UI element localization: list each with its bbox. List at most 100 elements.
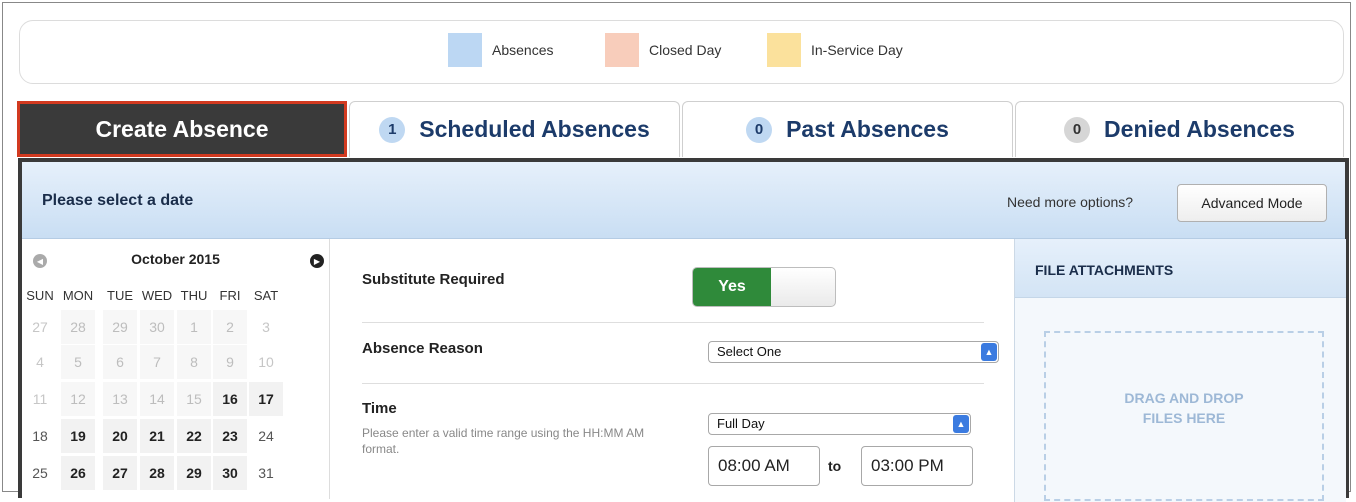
absence-reason-label: Absence Reason [362,340,483,357]
date-picker-calendar: October 2015 ◀ ▶ SUN MON TUE WED THU FRI SAT 2… [22,239,330,499]
calendar-day-cell: 7 [140,345,174,379]
time-label: Time [362,400,397,417]
calendar-day-cell: 1 [177,310,211,344]
start-time-input[interactable]: 08:00 AM [708,446,820,486]
tab-label: Denied Absences [1104,116,1295,142]
legend-in-service-day: In-Service Day [767,33,903,67]
legend-swatch-closed [605,33,639,67]
count-badge: 0 [746,116,773,143]
toggle-yes-state: Yes [693,268,771,306]
divider [362,322,984,323]
calendar-day-cell[interactable]: 21 [140,419,174,453]
previous-month-icon[interactable]: ◀ [33,254,47,268]
file-dropzone[interactable]: DRAG AND DROP FILES HERE [1044,331,1324,501]
attachments-header: FILE ATTACHMENTS [1015,239,1346,298]
calendar-day-cell[interactable]: 29 [177,456,211,490]
count-badge: 0 [1064,116,1091,143]
select-value: Full Day [717,416,765,431]
substitute-required-label: Substitute Required [362,271,505,288]
absence-form: Substitute Required Yes Absence Reason S… [330,239,1014,499]
select-value: Select One [717,344,782,359]
select-date-prompt: Please select a date [42,192,194,209]
attachments-body: DRAG AND DROP FILES HERE [1015,298,1346,502]
calendar-day-cell: 29 [103,310,137,344]
calendar-day-cell: 27 [32,319,48,335]
tab-label: Past Absences [786,116,949,142]
dropzone-line-1: DRAG AND DROP [1124,390,1244,406]
legend-closed-day: Closed Day [605,33,721,67]
dropzone-text: DRAG AND DROP FILES HERE [1046,388,1322,428]
day-of-week-label: FRI [219,288,241,303]
legend-swatch-absences [448,33,482,67]
tab-past-absences[interactable]: 0 Past Absences [682,101,1013,157]
select-arrows-icon: ▲︎ [981,343,997,361]
absence-reason-select[interactable]: Select One ▲︎ [708,341,999,363]
calendar-day-cell: 6 [103,345,137,379]
attachments-title: FILE ATTACHMENTS [1035,262,1174,278]
calendar-day-cell: 28 [61,310,95,344]
calendar-day-cell[interactable]: 28 [140,456,174,490]
calendar-day-cell[interactable]: 25 [23,456,57,490]
count-badge: 1 [379,116,406,143]
day-of-week-label: SAT [253,288,279,303]
advanced-mode-button[interactable]: Advanced Mode [1177,184,1327,222]
calendar-day-cell: 11 [32,391,48,407]
calendar-month-title: October 2015 [131,251,220,267]
time-help-text: Please enter a valid time range using th… [362,426,645,456]
day-of-week-label: THU [180,288,208,303]
end-time-input[interactable]: 03:00 PM [861,446,973,486]
calendar-day-cell: 14 [140,382,174,416]
tab-create-absence[interactable]: Create Absence [17,101,347,157]
time-range-to-label: to [828,458,842,474]
calendar-day-cell[interactable]: 26 [61,456,95,490]
select-arrows-icon: ▲︎ [953,415,969,433]
calendar-day-cell[interactable]: 20 [103,419,137,453]
substitute-required-toggle[interactable]: Yes [692,267,836,307]
legend-absences: Absences [448,33,553,67]
next-month-icon[interactable]: ▶ [310,254,324,268]
tab-denied-absences[interactable]: 0 Denied Absences [1015,101,1344,157]
legend-label: Closed Day [649,42,722,58]
day-of-week-label: TUE [107,288,133,303]
calendar-day-cell[interactable]: 18 [23,419,57,453]
dropzone-line-2: FILES HERE [1142,410,1226,426]
options-text: Need more options? [1007,194,1134,210]
legend-label: In-Service Day [811,42,903,58]
tab-label: Create Absence [95,115,269,142]
legend-swatch-in-service [767,33,801,67]
day-of-week-label: MON [62,288,94,303]
calendar-day-cell: 4 [36,354,44,370]
duration-select[interactable]: Full Day ▲︎ [708,413,971,435]
create-absence-panel: Please select a date Need more options? … [18,158,1349,502]
calendar-day-cell: 8 [177,345,211,379]
calendar-day-cell: 9 [213,345,247,379]
divider [362,383,984,384]
calendar-day-cell: 13 [103,382,137,416]
calendar-day-cell[interactable]: 23 [213,419,247,453]
calendar-day-cell[interactable]: 24 [249,419,283,453]
calendar-day-cell: 5 [61,345,95,379]
calendar-day-cell: 30 [140,310,174,344]
calendar-day-cell: 15 [177,382,211,416]
calendar-day-cell[interactable]: 22 [177,419,211,453]
day-of-week-label: SUN [26,288,54,303]
calendar-day-cell[interactable]: 27 [103,456,137,490]
calendar-legend: Absences Closed Day In-Service Day [19,20,1344,84]
calendar-day-cell: 2 [213,310,247,344]
calendar-header: October 2015 ◀ ▶ [22,239,329,279]
calendar-day-cell: 12 [61,382,95,416]
calendar-day-cell: 10 [258,354,274,370]
calendar-day-cell: 3 [262,319,270,335]
calendar-day-cell[interactable]: 16 [213,382,247,416]
tab-scheduled-absences[interactable]: 1 Scheduled Absences [349,101,680,157]
calendar-day-cell[interactable]: 30 [213,456,247,490]
calendar-day-cell[interactable]: 19 [61,419,95,453]
file-attachments-panel: FILE ATTACHMENTS DRAG AND DROP FILES HER… [1014,239,1346,502]
page-frame: Absences Closed Day In-Service Day Creat… [2,2,1351,502]
legend-label: Absences [492,42,554,58]
calendar-day-cell[interactable]: 31 [249,456,283,490]
tab-label: Scheduled Absences [419,116,650,142]
calendar-day-cell[interactable]: 17 [249,382,283,416]
day-of-week-label: WED [141,288,173,303]
panel-header: Please select a date Need more options? … [22,162,1345,239]
